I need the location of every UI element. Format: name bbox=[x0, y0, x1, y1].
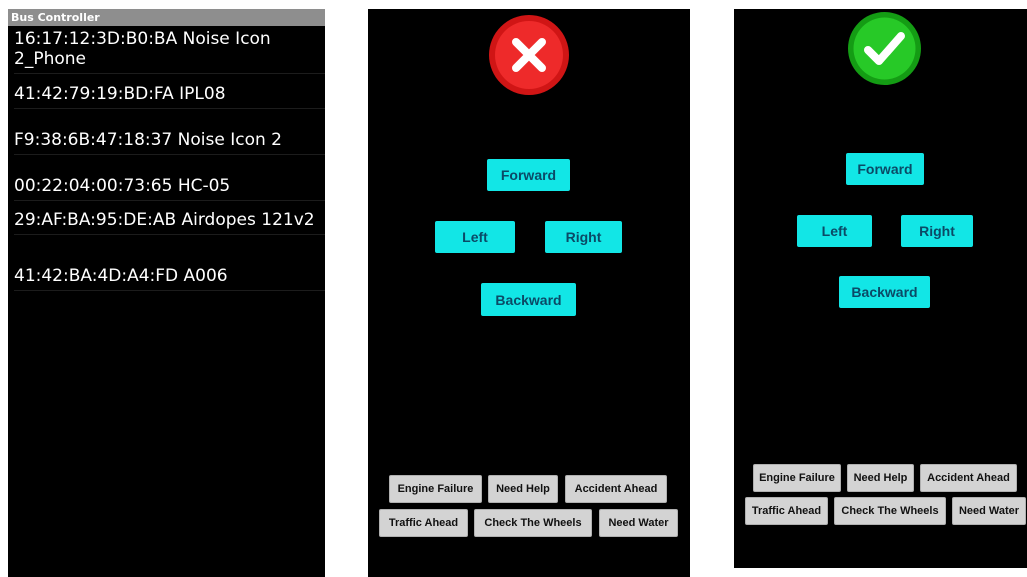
need-help-button[interactable]: Need Help bbox=[488, 475, 558, 503]
device-item[interactable]: 41:42:BA:4D:A4:FD A006 bbox=[14, 266, 325, 291]
backward-button[interactable]: Backward bbox=[839, 276, 930, 308]
traffic-ahead-button[interactable]: Traffic Ahead bbox=[379, 509, 468, 537]
check-icon bbox=[847, 11, 922, 86]
check-the-wheels-button[interactable]: Check The Wheels bbox=[474, 509, 592, 537]
accident-ahead-button[interactable]: Accident Ahead bbox=[565, 475, 667, 503]
need-help-button[interactable]: Need Help bbox=[847, 464, 914, 492]
device-item[interactable]: F9:38:6B:47:18:37 Noise Icon 2 bbox=[14, 130, 325, 155]
traffic-ahead-button[interactable]: Traffic Ahead bbox=[745, 497, 828, 525]
forward-button[interactable]: Forward bbox=[487, 159, 570, 191]
left-button[interactable]: Left bbox=[435, 221, 515, 253]
need-water-button[interactable]: Need Water bbox=[952, 497, 1026, 525]
app-title: Bus Controller bbox=[8, 9, 325, 26]
right-button[interactable]: Right bbox=[901, 215, 973, 247]
device-item[interactable]: 41:42:79:19:BD:FA IPL08 bbox=[14, 84, 325, 109]
device-item[interactable]: 00:22:04:00:73:65 HC-05 bbox=[14, 176, 325, 201]
check-the-wheels-button[interactable]: Check The Wheels bbox=[834, 497, 946, 525]
engine-failure-button[interactable]: Engine Failure bbox=[753, 464, 841, 492]
controller-screen-connected: Forward Left Right Backward Engine Failu… bbox=[734, 9, 1027, 568]
controller-screen-disconnected: Forward Left Right Backward Engine Failu… bbox=[368, 9, 690, 577]
cross-icon bbox=[488, 14, 570, 96]
forward-button[interactable]: Forward bbox=[846, 153, 924, 185]
accident-ahead-button[interactable]: Accident Ahead bbox=[920, 464, 1017, 492]
backward-button[interactable]: Backward bbox=[481, 283, 576, 316]
device-list-screen: Bus Controller 16:17:12:3D:B0:BA Noise I… bbox=[8, 9, 325, 577]
engine-failure-button[interactable]: Engine Failure bbox=[389, 475, 482, 503]
need-water-button[interactable]: Need Water bbox=[599, 509, 678, 537]
device-item[interactable]: 16:17:12:3D:B0:BA Noise Icon 2_Phone bbox=[14, 29, 325, 74]
device-item[interactable]: 29:AF:BA:95:DE:AB Airdopes 121v2 bbox=[14, 210, 325, 235]
left-button[interactable]: Left bbox=[797, 215, 872, 247]
right-button[interactable]: Right bbox=[545, 221, 622, 253]
